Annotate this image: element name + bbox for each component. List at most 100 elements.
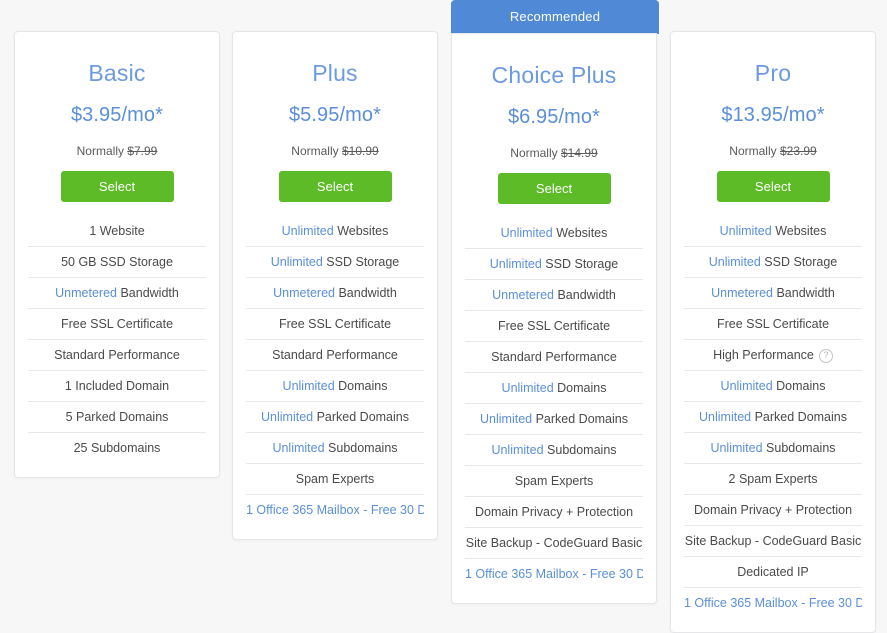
feature-row: Free SSL Certificate [28,308,206,339]
feature-label: Subdomains [762,441,836,455]
feature-highlight: Unlimited [719,224,772,238]
feature-label: SSD Storage [760,255,838,269]
feature-label: Standard Performance [272,348,398,362]
feature-label: Parked Domains [751,410,847,424]
feature-row-link[interactable]: 1 Office 365 Mailbox - Free 30 Days [465,558,643,589]
feature-row: Standard Performance [246,339,424,370]
plan-name: Basic [88,60,146,86]
plan-card-inner: Basic $3.95/mo* Normally $7.99 Select 1 Webs… [15,32,219,477]
normally-label: Normally [76,144,124,158]
plan-price: $6.95/mo* [507,106,601,128]
feature-label: Bandwidth [553,288,616,302]
feature-row: Dedicated IP [684,556,862,587]
feature-row: 5 Parked Domains [28,401,206,432]
feature-label: Dedicated IP [737,565,809,579]
feature-label: Subdomains [324,441,398,455]
feature-row: Unlimited SSD Storage [246,246,424,277]
feature-row: Unlimited Subdomains [684,432,862,463]
feature-label: Domain Privacy + Protection [693,503,853,517]
feature-highlight: Unlimited [501,381,554,395]
feature-label: Spam Experts [514,474,594,488]
feature-row-link[interactable]: 1 Office 365 Mailbox - Free 30 Days [684,587,862,618]
feature-label: Free SSL Certificate [278,317,392,331]
feature-highlight: Unlimited [272,441,325,455]
plan-name: Choice Plus [491,62,617,88]
feature-label: Websites [552,226,608,240]
feature-row: Spam Experts [465,465,643,496]
feature-label: Parked Domains [313,410,409,424]
feature-row: Site Backup - CodeGuard Basic [465,527,643,558]
select-button[interactable]: Select [497,173,611,204]
feature-row: Free SSL Certificate [684,308,862,339]
feature-row: Unmetered Bandwidth [246,277,424,308]
normally-label: Normally [510,146,558,160]
plan-price: $5.95/mo* [288,104,382,126]
feature-label: Standard Performance [54,348,180,362]
plan-card-choice-plus: Choice Plus $6.95/mo* Normally $14.99 Selec… [451,33,657,604]
original-price: $10.99 [341,144,379,158]
feature-row: 2 Spam Experts [684,463,862,494]
feature-label: High Performance [713,348,814,362]
feature-row: Unlimited Websites [684,216,862,246]
feature-label: SSD Storage [322,255,400,269]
plan-price: $3.95/mo* [70,104,164,126]
feature-row-link[interactable]: 1 Office 365 Mailbox - Free 30 Days [246,494,424,525]
feature-label: Domains [334,379,388,393]
feature-row: Free SSL Certificate [246,308,424,339]
feature-list: Unlimited Websites Unlimited SSD Storage U… [246,216,424,525]
normally-label: Normally [729,144,777,158]
feature-label: Domains [772,379,826,393]
plan-card-basic: Basic $3.95/mo* Normally $7.99 Select 1 Webs… [14,31,220,478]
feature-label: Websites [333,224,389,238]
original-price: $7.99 [127,144,158,158]
select-button[interactable]: Select [716,171,830,202]
feature-row: Unlimited SSD Storage [684,246,862,277]
feature-label: Site Backup - CodeGuard Basic [465,536,643,550]
feature-row: Domain Privacy + Protection [684,494,862,525]
feature-list: Unlimited Websites Unlimited SSD Storage U… [684,216,862,618]
feature-label: Spam Experts [295,472,375,486]
plan-card-plus: Plus $5.95/mo* Normally $10.99 Select Unlimi… [232,31,438,540]
feature-row: High Performance? [684,339,862,370]
feature-label: 5 Parked Domains [65,410,169,424]
feature-label: 1 Office 365 Mailbox - Free 30 Days [684,596,862,610]
feature-row: Unlimited Websites [246,216,424,246]
feature-label: 1 Included Domain [64,379,170,393]
feature-label: Websites [771,224,827,238]
select-button[interactable]: Select [60,171,174,202]
feature-row: Domain Privacy + Protection [465,496,643,527]
feature-highlight: Unlimited [270,255,323,269]
feature-highlight: Unmetered [711,286,773,300]
feature-row: Spam Experts [246,463,424,494]
feature-label: Free SSL Certificate [716,317,830,331]
feature-label: Bandwidth [334,286,397,300]
normally-label: Normally [291,144,339,158]
feature-row: Unlimited Domains [246,370,424,401]
feature-row: Unlimited Parked Domains [465,403,643,434]
feature-row: Unmetered Bandwidth [465,279,643,310]
feature-highlight: Unlimited [282,379,335,393]
feature-label: 2 Spam Experts [728,472,818,486]
select-button[interactable]: Select [278,171,392,202]
feature-highlight: Unlimited [720,379,773,393]
help-icon[interactable]: ? [818,348,833,363]
feature-label: 50 GB SSD Storage [61,255,173,269]
feature-row: 1 Included Domain [28,370,206,401]
feature-label: Free SSL Certificate [497,319,611,333]
feature-row: 1 Website [28,216,206,246]
feature-highlight: Unmetered [55,286,117,300]
feature-row: Unlimited Parked Domains [246,401,424,432]
recommended-ribbon-label: Recommended [509,9,601,24]
feature-row: Free SSL Certificate [465,310,643,341]
feature-label: Site Backup - CodeGuard Basic [684,534,862,548]
original-price: $23.99 [779,144,817,158]
feature-row: 50 GB SSD Storage [28,246,206,277]
feature-row: Site Backup - CodeGuard Basic [684,525,862,556]
plan-name: Pro [754,60,792,86]
feature-highlight: Unlimited [480,412,533,426]
feature-highlight: Unlimited [699,410,752,424]
pricing-plans-container: Recommended Basic $3.95/mo* Normally $7.99… [0,0,887,633]
feature-row: 25 Subdomains [28,432,206,463]
feature-label: Bandwidth [772,286,835,300]
plan-card-pro: Pro $13.95/mo* Normally $23.99 Select Unlimi… [670,31,876,633]
